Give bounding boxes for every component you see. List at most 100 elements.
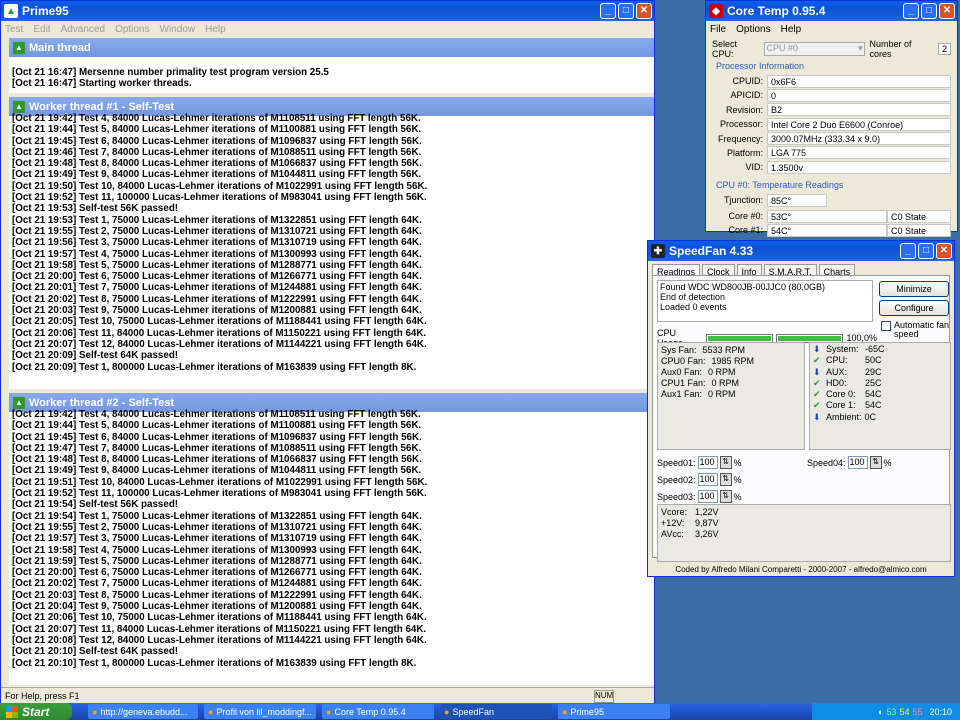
coretemp-window[interactable]: ◆ Core Temp 0.95.4 _ □ ✕ File Options He…	[705, 0, 958, 237]
temp-row: ⬇ System: -65C	[813, 344, 947, 355]
close-button[interactable]: ✕	[939, 3, 955, 19]
proc-info-value: Intel Core 2 Duo E6600 (Conroe)	[767, 117, 951, 131]
main-thread-titlebar[interactable]: ▲ Main thread	[9, 38, 654, 57]
spin-arrows-icon[interactable]: ⇅	[719, 490, 732, 503]
spin-arrows-icon[interactable]: ⇅	[719, 473, 732, 486]
worker1-window[interactable]: ▲ Worker thread #1 - Self-Test [Oct 21 19…	[9, 97, 654, 389]
proc-info-label: CPUID:	[732, 76, 763, 86]
speed-input[interactable]: 100	[697, 456, 718, 469]
speed-input[interactable]: 100	[847, 456, 868, 469]
spin-arrows-icon[interactable]: ⇅	[719, 456, 732, 469]
worker2-log: [Oct 21 19:42] Test 4, 84000 Lucas-Lehme…	[9, 409, 654, 669]
taskbar: Start ● http://geneva.ebudd... ● Profil von…	[0, 703, 960, 720]
event-log-line: Found WDC WD800JB-00JJC0 (80,0GB)	[660, 282, 826, 292]
speed-label: Speed03:	[657, 491, 696, 502]
menu-options[interactable]: Options	[736, 24, 770, 35]
taskbar-button[interactable]: ● SpeedFan	[440, 704, 552, 719]
log-line: [Oct 21 19:55] Test 2, 75000 Lucas-Lehme…	[12, 225, 422, 237]
voltage-readings: Vcore: 1,22V +12V: 9,87V AVcc: 3,26V	[657, 504, 951, 562]
menu-options[interactable]: Options	[115, 24, 149, 35]
speed-unit: %	[733, 474, 742, 485]
tjunction-label: Tjunction:	[723, 195, 763, 206]
task-list: ● http://geneva.ebudd... ● Profil von lil_m…	[82, 704, 670, 719]
menu-help[interactable]: Help	[781, 24, 802, 35]
proc-info-row: CPUID: 0x6F6	[712, 74, 951, 88]
voltage-value: 1,22V	[695, 507, 719, 517]
fan-value: 0 RPM	[708, 367, 736, 377]
menu-advanced[interactable]: Advanced	[61, 24, 105, 35]
log-line: [Oct 21 19:46] Test 7, 84000 Lucas-Lehme…	[12, 146, 422, 158]
tray-icon: ◐	[877, 706, 884, 717]
core-temp-label: Core #0:	[728, 211, 763, 222]
taskbar-button[interactable]: ● Prime95	[558, 704, 670, 719]
speedfan-footer: Coded by Alfredo Milani Comparetti - 200…	[675, 565, 927, 574]
arrow-down-icon: ⬇	[813, 366, 821, 377]
close-button[interactable]: ✕	[936, 243, 952, 259]
num-cores-label: Number of cores	[869, 39, 912, 59]
taskbar-button[interactable]: ● Profil von lil_moddingf...	[204, 704, 316, 719]
speed-control: Speed01: 100 ⇅%	[657, 456, 742, 469]
event-log[interactable]: Found WDC WD800JB-00JJC0 (80,0GB) End of …	[657, 280, 873, 322]
fan-label: Aux0 Fan:	[661, 367, 703, 377]
proc-info-row: Platform: LGA 775	[712, 146, 951, 160]
log-line: [Oct 21 19:47] Test 7, 84000 Lucas-Lehme…	[12, 442, 422, 454]
maximize-button[interactable]: □	[918, 243, 934, 259]
menu-edit[interactable]: Edit	[33, 24, 50, 35]
log-line: [Oct 21 19:52] Test 11, 100000 Lucas-Leh…	[12, 488, 427, 500]
log-line: [Oct 21 20:03] Test 8, 75000 Lucas-Lehme…	[12, 589, 422, 601]
taskbar-button-label: Prime95	[570, 706, 604, 717]
coretemp-titlebar[interactable]: ◆ Core Temp 0.95.4 _ □ ✕	[706, 1, 957, 21]
log-line: [Oct 21 19:49] Test 9, 84000 Lucas-Lehme…	[12, 169, 422, 181]
proc-info-row: VID: 1.3500v	[712, 160, 951, 174]
fan-value: 0 RPM	[708, 389, 736, 399]
speedfan-titlebar[interactable]: ✚ SpeedFan 4.33 _ □ ✕	[648, 241, 954, 261]
maximize-button[interactable]: □	[618, 3, 634, 19]
minimize-button[interactable]: _	[903, 3, 919, 19]
spin-arrows-icon[interactable]: ⇅	[869, 456, 882, 469]
speed-input[interactable]: 100	[697, 473, 718, 486]
menu-help[interactable]: Help	[205, 24, 226, 35]
speed-input[interactable]: 100	[697, 490, 718, 503]
num-lock-indicator: NUM	[594, 690, 614, 703]
proc-info-label: Revision:	[725, 104, 763, 115]
coretemp-icon: ●	[326, 706, 332, 717]
temp-row: ✔ CPU: 50C	[813, 355, 947, 366]
worker2-window[interactable]: ▲ Worker thread #2 - Self-Test [Oct 21 19…	[9, 393, 654, 685]
cpu-select[interactable]: CPU #0 ▾	[763, 42, 866, 56]
proc-info-title: Processor Information	[716, 61, 805, 71]
minimize-app-button[interactable]: Minimize	[879, 281, 949, 297]
log-line: [Oct 21 20:00] Test 6, 75000 Lucas-Lehme…	[12, 567, 422, 579]
log-line: [Oct 21 20:02] Test 7, 75000 Lucas-Lehme…	[12, 578, 422, 590]
speed-label: Speed02:	[657, 474, 696, 485]
auto-fan-speed-row[interactable]: Automatic fan speed	[881, 321, 953, 339]
log-line: [Oct 21 16:47] Mersenne number primality…	[12, 67, 329, 78]
proc-info-label: Platform:	[726, 147, 763, 158]
chevron-down-icon: ▾	[857, 43, 863, 53]
proc-info-label: Processor:	[719, 119, 763, 130]
menu-file[interactable]: File	[710, 24, 726, 35]
proc-info-value: 3000.07MHz (333.34 x 9.0)	[767, 132, 951, 146]
core-state: C0 State	[887, 223, 951, 237]
prime95-window[interactable]: ▲ Prime95 _ □ ✕ Test Edit Advanced Optio…	[0, 0, 655, 705]
taskbar-button[interactable]: ● Core Temp 0.95.4	[322, 704, 434, 719]
speed-label: Speed04:	[807, 457, 846, 468]
menu-test[interactable]: Test	[5, 24, 23, 35]
close-button[interactable]: ✕	[636, 3, 652, 19]
proc-info-value: 0x6F6	[767, 74, 951, 88]
main-thread-window[interactable]: ▲ Main thread [Oct 21 16:47] Mersenne num…	[9, 38, 654, 93]
auto-fan-speed-checkbox[interactable]	[881, 321, 891, 331]
temp-label: CPU:	[826, 355, 848, 366]
voltage-label: Vcore:	[661, 507, 688, 517]
prime95-menubar: Test Edit Advanced Options Window Help	[1, 21, 654, 38]
minimize-button[interactable]: _	[900, 243, 916, 259]
log-line: [Oct 21 19:51] Test 10, 84000 Lucas-Lehm…	[12, 476, 428, 488]
taskbar-button[interactable]: ● http://geneva.ebudd...	[88, 704, 198, 719]
start-button[interactable]: Start	[0, 703, 72, 720]
minimize-button[interactable]: _	[600, 3, 616, 19]
configure-button[interactable]: Configure	[879, 300, 949, 316]
menu-window[interactable]: Window	[160, 24, 196, 35]
speedfan-window[interactable]: ✚ SpeedFan 4.33 _ □ ✕ Readings Clock Inf…	[647, 240, 955, 577]
maximize-button[interactable]: □	[921, 3, 937, 19]
log-line: [Oct 21 19:56] Test 3, 75000 Lucas-Lehme…	[12, 237, 422, 249]
prime95-titlebar[interactable]: ▲ Prime95 _ □ ✕	[1, 1, 654, 21]
